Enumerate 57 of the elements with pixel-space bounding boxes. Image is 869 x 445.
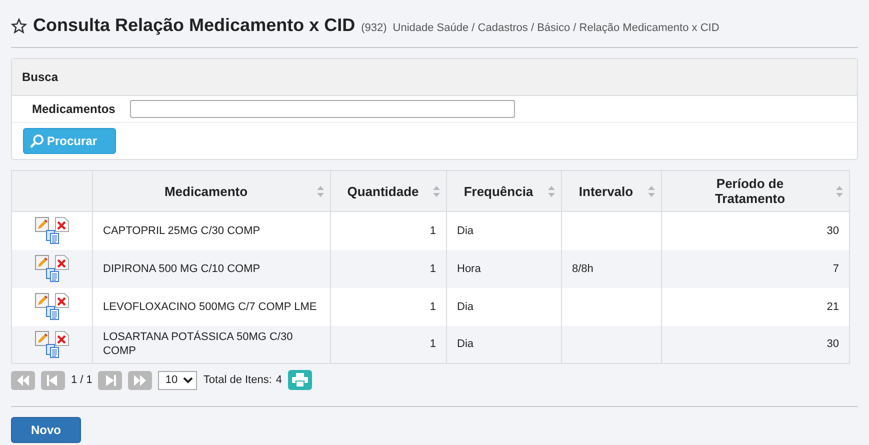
- table-cell: DIPIRONA 500 MG C/10 COMP: [103, 262, 260, 274]
- column-header[interactable]: Período de Tratamento: [700, 176, 800, 206]
- copy-icon[interactable]: [46, 268, 58, 282]
- page-size-select[interactable]: 10: [158, 370, 198, 390]
- delete-icon[interactable]: [54, 217, 70, 232]
- table-cell: 1: [430, 338, 436, 350]
- record-count: (932): [361, 21, 387, 36]
- star-icon[interactable]: [11, 18, 27, 34]
- table-cell: 1: [430, 224, 436, 237]
- input-field[interactable]: [130, 100, 515, 118]
- total-count: 4: [276, 372, 282, 388]
- last-page-button[interactable]: [128, 370, 152, 390]
- page-indicator: 1 / 1: [71, 372, 92, 388]
- table-cell: Dia: [457, 224, 474, 237]
- edit-icon[interactable]: [34, 217, 50, 232]
- breadcrumb: Unidade Saúde / Cadastros / Básico / Relação Medicamento x CID: [392, 21, 720, 36]
- table-cell: 8/8h: [572, 262, 594, 274]
- table-cell: CAPTOPRIL 25MG C/30 COMP: [103, 224, 260, 237]
- page-title: Consulta Relação Medicamento x CID: [33, 14, 356, 37]
- table-cell: 7: [832, 262, 839, 274]
- edit-icon[interactable]: [34, 255, 50, 270]
- double-left-arrow-icon: [17, 374, 29, 386]
- delete-icon[interactable]: [54, 293, 70, 308]
- next-page-button[interactable]: [98, 370, 122, 390]
- copy-icon[interactable]: [46, 230, 58, 244]
- table-cell: Dia: [457, 338, 474, 350]
- table-cell: LEVOFLOXACINO 500MG C/7 COMP LME: [103, 300, 317, 312]
- total-label: Total de Itens:: [203, 372, 272, 388]
- search-icon: [29, 134, 44, 148]
- table-cell: 1: [430, 262, 436, 274]
- field-label: Medicamentos: [32, 101, 116, 117]
- edit-icon[interactable]: [34, 293, 50, 308]
- right-arrow-bar-icon: [104, 374, 116, 386]
- copy-icon[interactable]: [46, 344, 58, 358]
- column-header[interactable]: Frequência: [464, 184, 534, 198]
- edit-icon[interactable]: [34, 330, 50, 346]
- table-cell: 1: [430, 300, 436, 312]
- column-header[interactable]: Intervalo: [578, 184, 634, 198]
- delete-icon[interactable]: [54, 255, 70, 270]
- bar-left-arrow-icon: [47, 374, 59, 386]
- panel-title: Busca: [22, 70, 58, 84]
- delete-icon[interactable]: [54, 330, 70, 346]
- table-cell: Hora: [457, 262, 481, 274]
- copy-icon[interactable]: [46, 306, 58, 320]
- print-button[interactable]: [288, 370, 312, 390]
- printer-icon: [292, 373, 308, 387]
- column-header[interactable]: Quantidade: [347, 184, 419, 198]
- table-cell: LOSARTANA POTÁSSICA 50MG C/30 COMP: [103, 331, 293, 358]
- new-button[interactable]: Novo: [11, 417, 81, 443]
- previous-page-button[interactable]: [41, 370, 65, 390]
- first-page-button[interactable]: [11, 370, 35, 390]
- column-header[interactable]: Medicamento: [164, 184, 248, 198]
- table-cell: Dia: [457, 300, 474, 312]
- table-cell: 30: [826, 224, 839, 237]
- table-cell: 30: [826, 338, 839, 350]
- double-right-arrow-icon: [134, 374, 146, 386]
- table-cell: 21: [826, 300, 839, 312]
